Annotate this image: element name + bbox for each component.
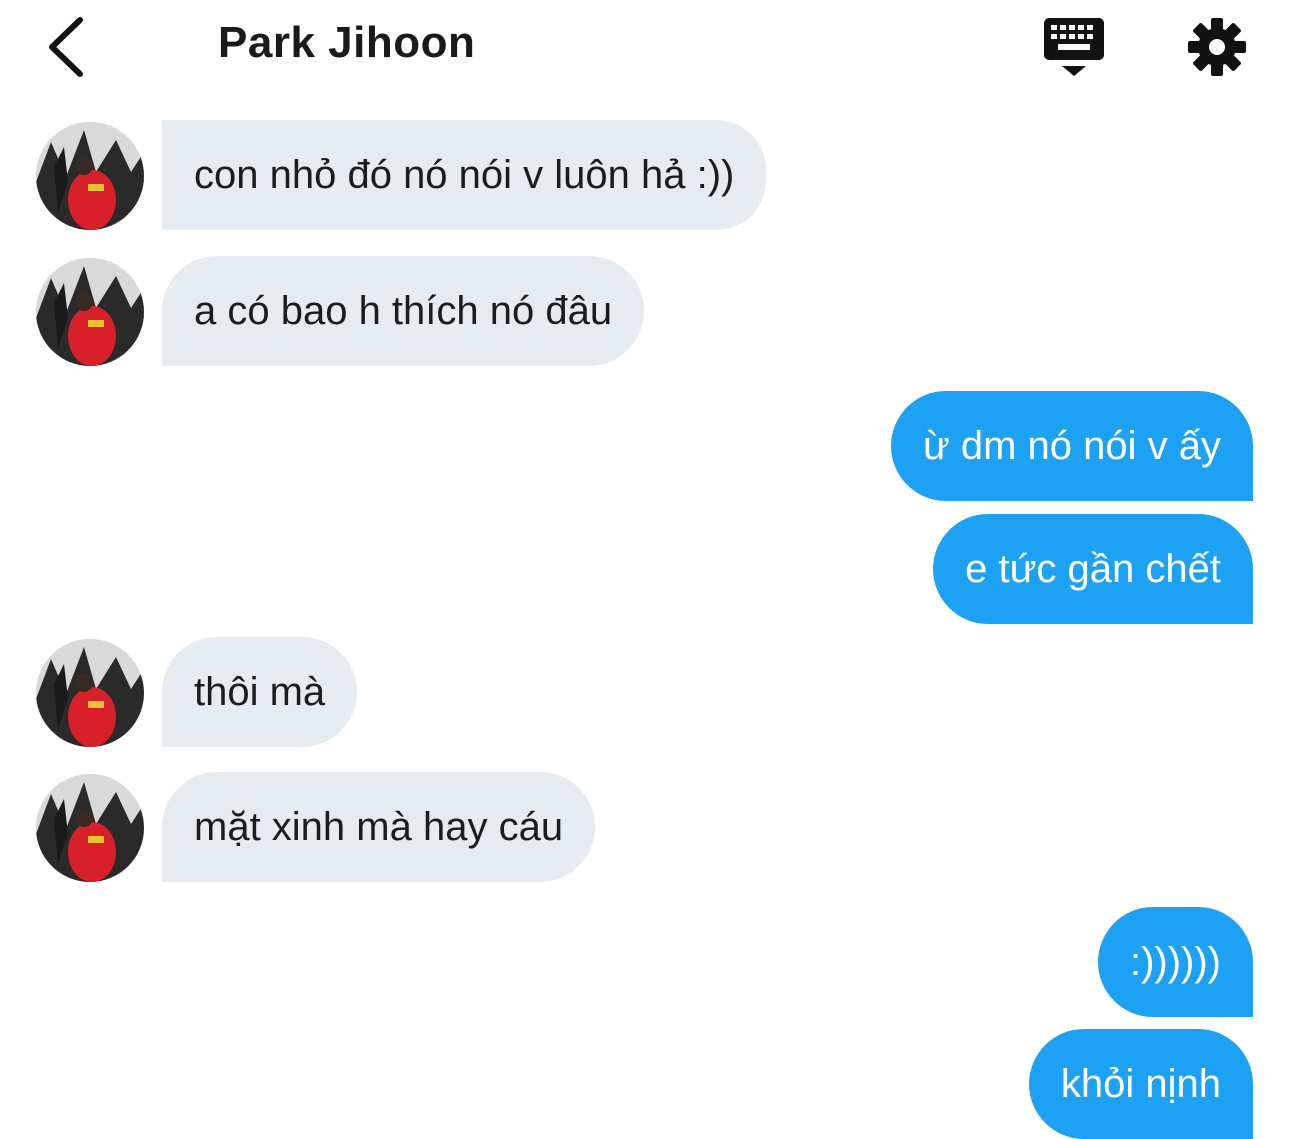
- contact-name[interactable]: Park Jihoon: [218, 18, 475, 68]
- message-bubble-incoming[interactable]: thôi mà: [162, 637, 358, 747]
- avatar-photo: [36, 258, 144, 366]
- avatar-photo: [36, 639, 144, 747]
- message-bubble-incoming[interactable]: a có bao h thích nó đâu: [162, 256, 645, 366]
- keyboard-button[interactable]: [1040, 14, 1108, 80]
- avatar-photo: [36, 122, 144, 230]
- message-bubble-outgoing[interactable]: khỏi nịnh: [1028, 1029, 1253, 1139]
- avatar-photo: [36, 774, 144, 882]
- avatar[interactable]: [36, 122, 144, 230]
- gear-icon: [1188, 18, 1246, 76]
- conversation-header: Park Jihoon: [0, 0, 1290, 100]
- avatar[interactable]: [36, 258, 144, 366]
- message-bubble-outgoing[interactable]: e tức gần chết: [933, 514, 1253, 624]
- back-button[interactable]: [38, 12, 98, 82]
- chevron-left-icon: [49, 17, 83, 77]
- message-bubble-outgoing[interactable]: ừ dm nó nói v ấy: [890, 391, 1253, 501]
- keyboard-icon: [1044, 18, 1104, 76]
- message-bubble-incoming[interactable]: mặt xinh mà hay cáu: [162, 772, 596, 882]
- message-bubble-incoming[interactable]: con nhỏ đó nó nói v luôn hả :)): [162, 120, 767, 230]
- settings-button[interactable]: [1184, 14, 1250, 80]
- avatar[interactable]: [36, 774, 144, 882]
- avatar[interactable]: [36, 639, 144, 747]
- message-bubble-outgoing[interactable]: :)))))): [1097, 907, 1253, 1017]
